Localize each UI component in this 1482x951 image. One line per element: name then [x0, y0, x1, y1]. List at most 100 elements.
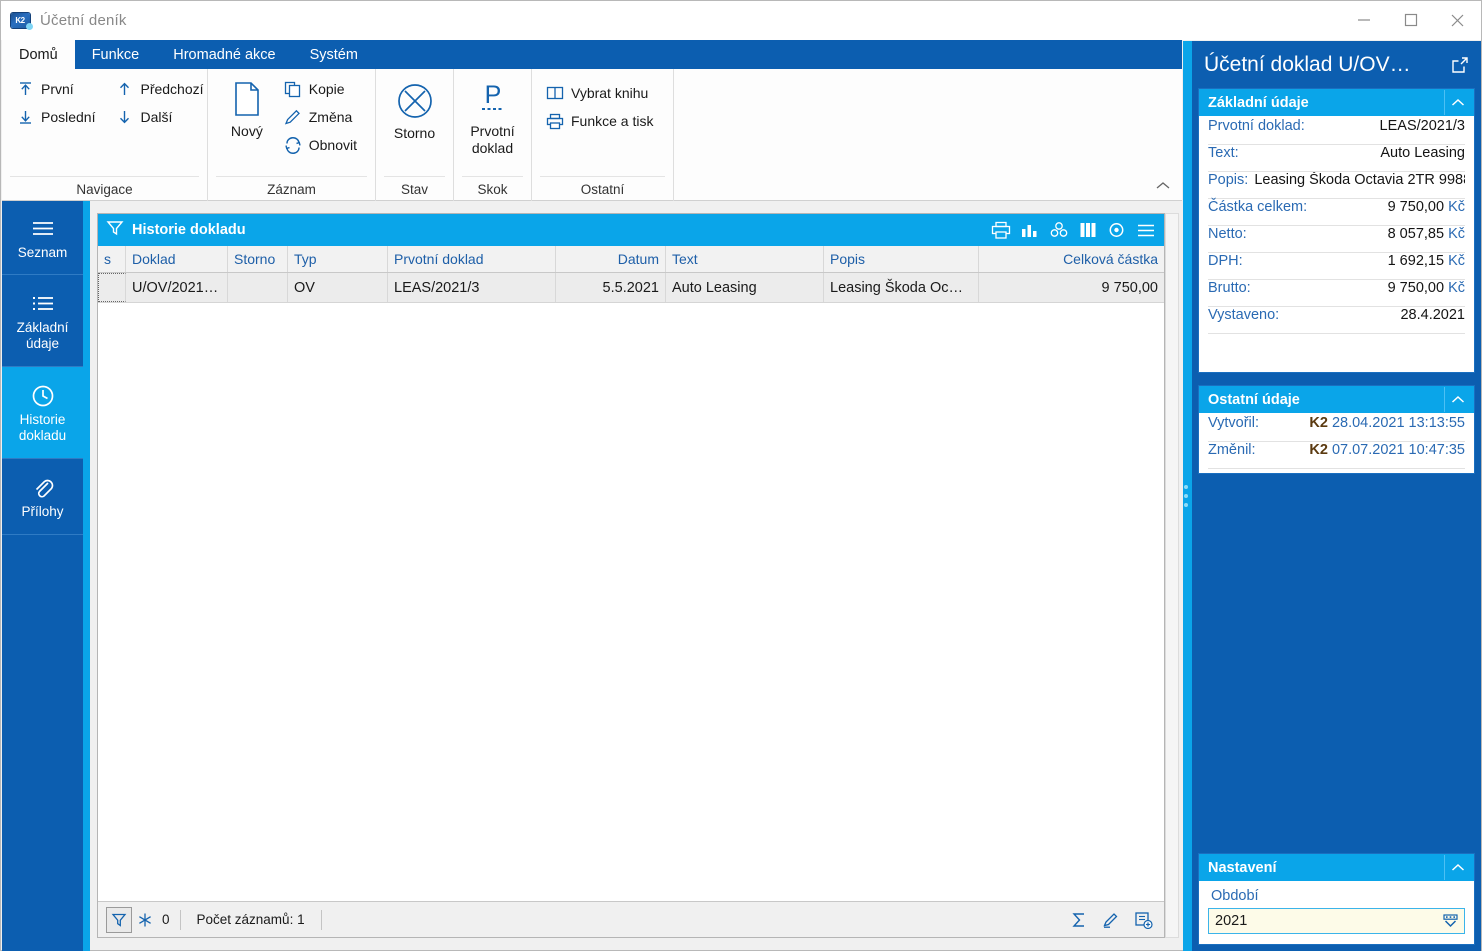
- edit-pencil-icon[interactable]: [1098, 907, 1124, 933]
- circle-x-icon: [395, 79, 435, 123]
- tab-system[interactable]: Systém: [293, 40, 375, 69]
- column-header-popis[interactable]: Popis: [824, 246, 979, 272]
- button-funkce-a-tisk-label: Funkce a tisk: [571, 113, 654, 129]
- column-header-typ[interactable]: Typ: [288, 246, 388, 272]
- detail-value: Auto Leasing: [1380, 145, 1465, 161]
- ribbon-group-ostatni-label: Ostatní: [540, 176, 665, 201]
- columns-icon[interactable]: [1076, 218, 1100, 242]
- grid-panel: Historie dokladu s Doklad Storno Typ Prv…: [97, 213, 1165, 938]
- cell-storno[interactable]: [228, 273, 288, 302]
- column-header-storno[interactable]: Storno: [228, 246, 288, 272]
- button-predchozi[interactable]: Předchozí: [111, 75, 211, 103]
- k2-logo-icon: K2: [10, 12, 33, 30]
- sidebar-item-prilohy[interactable]: Přílohy: [2, 459, 83, 535]
- button-prvni[interactable]: První: [12, 75, 103, 103]
- column-header-celkova-castka[interactable]: Celková částka: [979, 246, 1164, 272]
- cell-text[interactable]: Auto Leasing: [666, 273, 824, 302]
- calendar-dropdown-icon[interactable]: [1440, 911, 1460, 931]
- button-dalsi[interactable]: Další: [111, 103, 211, 131]
- section-zakladni-udaje-header[interactable]: Základní údaje: [1199, 89, 1474, 116]
- sidebar-item-seznam-label: Seznam: [17, 244, 68, 260]
- cell-doklad[interactable]: U/OV/2021…: [126, 273, 228, 302]
- sum-sigma-icon[interactable]: [1066, 907, 1092, 933]
- tab-hromadne-akce[interactable]: Hromadné akce: [156, 40, 292, 69]
- cell-s[interactable]: [98, 273, 126, 302]
- detail-label: Netto:: [1208, 226, 1247, 242]
- print-icon[interactable]: [989, 218, 1013, 242]
- obdobi-field-label: Období: [1211, 888, 1259, 904]
- button-vybrat-knihu[interactable]: Vybrat knihu: [542, 79, 661, 107]
- filter-icon[interactable]: [106, 906, 132, 933]
- column-header-datum[interactable]: Datum: [556, 246, 666, 272]
- sidebar-item-historie-dokladu[interactable]: Historie dokladu: [2, 367, 83, 459]
- tab-domu[interactable]: Domů: [2, 40, 75, 69]
- tab-funkce[interactable]: Funkce: [75, 40, 157, 69]
- sidebar-item-historie-dokladu-label: Historie dokladu: [18, 411, 67, 443]
- column-header-doklad[interactable]: Doklad: [126, 246, 228, 272]
- detail-value: K2 28.04.2021 13:13:55: [1309, 415, 1465, 431]
- book-icon: [544, 83, 566, 103]
- grid-column-headers: s Doklad Storno Typ Prvotní doklad Datum…: [98, 246, 1164, 273]
- button-obnovit[interactable]: Obnovit: [280, 131, 365, 159]
- cell-typ[interactable]: OV: [288, 273, 388, 302]
- ribbon: Domů Funkce Hromadné akce Systém První P…: [2, 40, 1182, 201]
- sidebar-item-seznam[interactable]: Seznam: [2, 201, 83, 275]
- menu-icon[interactable]: [1134, 218, 1158, 242]
- button-zmena[interactable]: Změna: [280, 103, 365, 131]
- button-kopie[interactable]: Kopie: [280, 75, 365, 103]
- grid-tools: [989, 218, 1158, 242]
- minimize-button[interactable]: [1340, 1, 1387, 39]
- button-novy[interactable]: Nový: [218, 73, 276, 140]
- cell-popis[interactable]: Leasing Škoda Oc…: [824, 273, 979, 302]
- table-row[interactable]: U/OV/2021… OV LEAS/2021/3 5.5.2021 Auto …: [98, 273, 1164, 303]
- chevron-up-icon[interactable]: [1444, 387, 1470, 412]
- button-vybrat-knihu-label: Vybrat knihu: [571, 85, 649, 101]
- ribbon-group-stav-label: Stav: [384, 176, 445, 201]
- cell-celkova-castka[interactable]: 9 750,00: [979, 273, 1164, 302]
- button-posledni-label: Poslední: [41, 109, 96, 125]
- chevron-up-icon[interactable]: [1444, 90, 1470, 115]
- column-header-s[interactable]: s: [98, 246, 126, 272]
- section-ostatni-udaje-body: Vytvořil: K2 28.04.2021 13:13:55 Změnil:…: [1199, 413, 1474, 473]
- maximize-button[interactable]: [1387, 1, 1434, 39]
- detail-label: Změnil:: [1208, 442, 1256, 458]
- pivot-icon[interactable]: [1047, 218, 1071, 242]
- grid-header: Historie dokladu: [98, 214, 1164, 246]
- column-header-text[interactable]: Text: [666, 246, 824, 272]
- button-prvotni-doklad[interactable]: P Prvotní doklad: [464, 73, 521, 157]
- cell-datum[interactable]: 5.5.2021: [556, 273, 666, 302]
- section-zakladni-udaje-title: Základní údaje: [1208, 94, 1309, 111]
- panel-splitter[interactable]: [1183, 41, 1189, 951]
- ribbon-group-navigace: První Poslední Předchozí Další Navigace: [2, 69, 208, 201]
- filter-icon[interactable]: [106, 219, 124, 242]
- snowflake-icon[interactable]: [132, 907, 158, 933]
- column-header-prvotni-doklad[interactable]: Prvotní doklad: [388, 246, 556, 272]
- add-record-icon[interactable]: [1130, 907, 1156, 933]
- section-ostatni-udaje-header[interactable]: Ostatní údaje: [1199, 386, 1474, 413]
- open-external-icon[interactable]: [1449, 54, 1471, 76]
- close-button[interactable]: [1434, 1, 1481, 39]
- ribbon-group-navigace-label: Navigace: [10, 176, 199, 201]
- section-nastaveni-title: Nastavení: [1208, 859, 1277, 876]
- ribbon-tabs: Domů Funkce Hromadné akce Systém: [2, 40, 1182, 69]
- grid-status-bar: 0 Počet záznamů: 1: [98, 901, 1164, 937]
- ribbon-group-skok: P Prvotní doklad Skok: [454, 69, 532, 201]
- sidebar-item-zakladni-udaje[interactable]: Základní údaje: [2, 275, 83, 367]
- button-predchozi-label: Předchozí: [140, 81, 204, 97]
- detail-label: Popis:: [1208, 172, 1249, 188]
- button-funkce-a-tisk[interactable]: Funkce a tisk: [542, 107, 661, 135]
- copy-icon: [282, 79, 304, 99]
- grid-vertical-scrollbar[interactable]: [1165, 213, 1179, 938]
- window-controls: [1340, 1, 1481, 39]
- chart-icon[interactable]: [1018, 218, 1042, 242]
- button-posledni[interactable]: Poslední: [12, 103, 103, 131]
- chevron-up-icon[interactable]: [1152, 176, 1174, 196]
- title-bar: K2 Účetní deník: [1, 1, 1481, 40]
- chevron-up-icon[interactable]: [1444, 855, 1470, 880]
- obdobi-input[interactable]: 2021: [1208, 908, 1465, 934]
- detail-row-castka-celkem: Částka celkem: 9 750,00 Kč: [1208, 199, 1465, 226]
- section-nastaveni-header[interactable]: Nastavení: [1199, 854, 1474, 881]
- settings-icon[interactable]: [1105, 218, 1129, 242]
- cell-prvotni-doklad[interactable]: LEAS/2021/3: [388, 273, 556, 302]
- button-storno[interactable]: Storno: [386, 75, 443, 142]
